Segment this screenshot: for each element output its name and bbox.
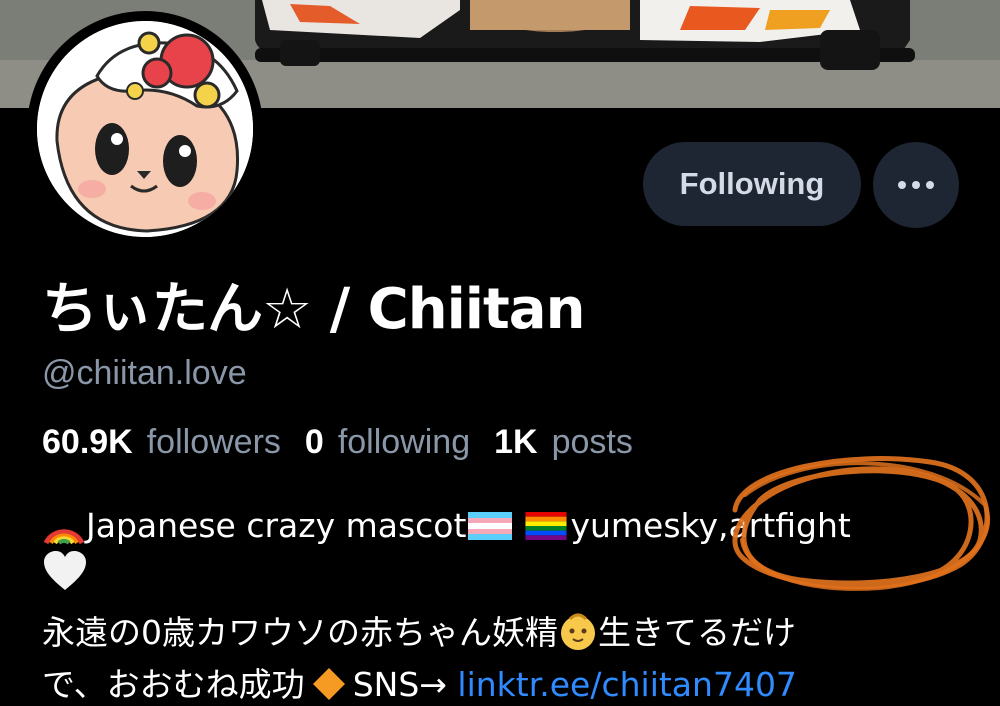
followers-label: followers bbox=[146, 423, 281, 461]
profile-stats: 60.9K followers 0 following 1K posts bbox=[42, 423, 633, 462]
profile-handle: @chiitan.love bbox=[42, 354, 247, 392]
bio-line-2 bbox=[42, 550, 88, 600]
bio-text-a: Japanese crazy mascot bbox=[86, 506, 467, 545]
bio-line-1: Japanese crazy mascot yumesky,artfight bbox=[42, 505, 851, 545]
bio-japanese-text: 永遠の0歳カワウソの赤ちゃん妖精 bbox=[42, 613, 558, 652]
bio-sns-label: SNS→ bbox=[352, 665, 458, 704]
followers-link[interactable]: 60.9K followers bbox=[42, 423, 281, 461]
more-options-button[interactable] bbox=[873, 142, 959, 228]
bio-japanese-text-b: 生きてるだけ bbox=[598, 613, 796, 652]
bio-text-b: yumesky,artfight bbox=[570, 506, 851, 545]
followers-count: 60.9K bbox=[42, 423, 133, 461]
white-heart-icon bbox=[44, 551, 86, 590]
pride-flag-icon bbox=[525, 512, 567, 540]
bio-line-4: で、おおむね成功 SNS→ linktr.ee/chiitan7407 bbox=[42, 658, 797, 706]
bio-line-3: 永遠の0歳カワウソの赤ちゃん妖精 生きてるだけ bbox=[42, 606, 796, 654]
following-count: 0 bbox=[304, 423, 324, 461]
orange-diamond-icon bbox=[312, 668, 345, 700]
avatar[interactable] bbox=[27, 11, 263, 247]
baby-icon bbox=[561, 613, 595, 650]
avatar-image bbox=[37, 21, 253, 237]
ellipsis-icon bbox=[898, 181, 934, 189]
bio-japanese-text-c: で、おおむね成功 bbox=[42, 665, 305, 704]
display-name: ちぃたん☆ / Chiitan bbox=[42, 277, 585, 342]
posts-label: posts bbox=[551, 423, 633, 461]
trans-flag-icon bbox=[468, 512, 513, 540]
posts-count: 1K bbox=[494, 423, 538, 461]
following-button[interactable]: Following bbox=[643, 142, 861, 226]
bio-link[interactable]: linktr.ee/chiitan7407 bbox=[457, 665, 797, 704]
following-link[interactable]: 0 following bbox=[305, 423, 470, 461]
rainbow-icon bbox=[43, 529, 85, 545]
chiitan-mascot-icon bbox=[37, 21, 253, 237]
following-button-label: Following bbox=[679, 166, 825, 201]
following-label: following bbox=[337, 423, 471, 461]
posts-count-group: 1K posts bbox=[494, 423, 633, 461]
